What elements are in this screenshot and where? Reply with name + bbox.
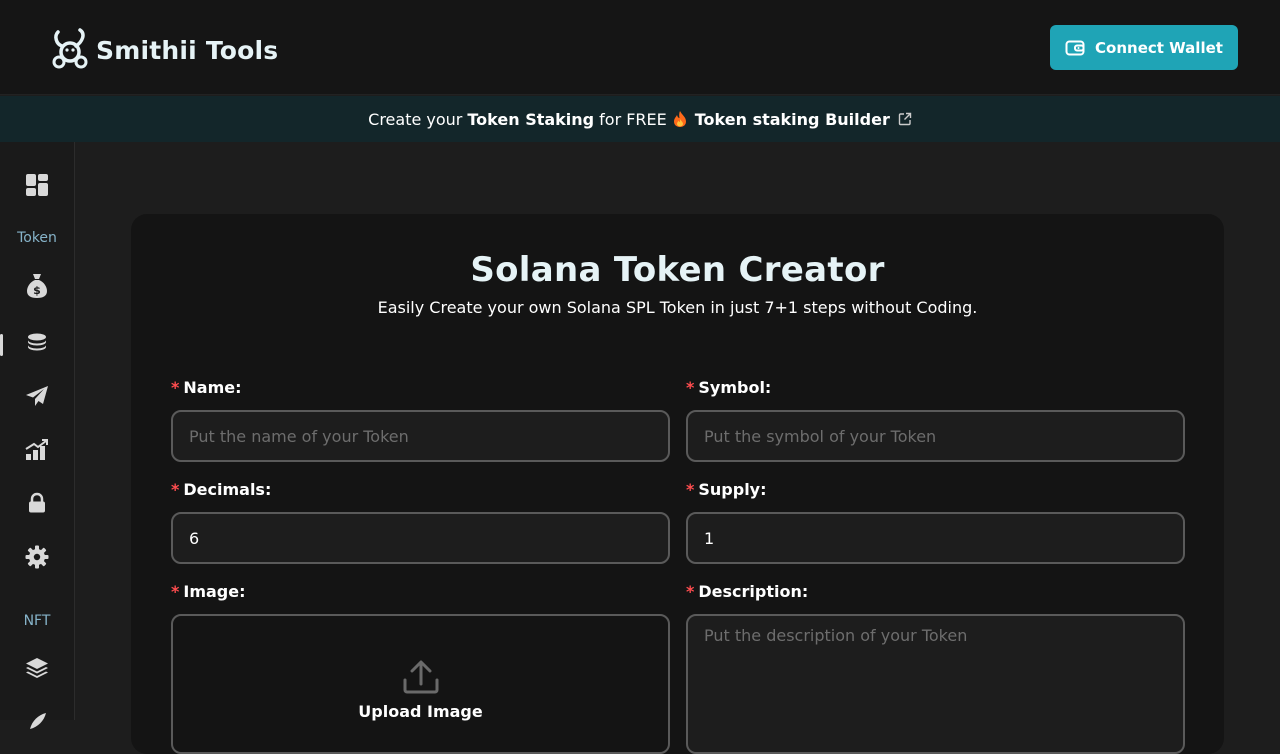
sidebar-item-dashboard[interactable] <box>0 167 74 207</box>
sidebar-item-token-creator[interactable] <box>0 325 74 365</box>
symbol-label: * Symbol: <box>686 378 772 397</box>
decimals-label: * Decimals: <box>171 480 272 499</box>
paper-plane-icon <box>25 385 49 411</box>
page-subtitle: Easily Create your own Solana SPL Token … <box>377 298 978 317</box>
sidebar: Token $ NFT <box>0 142 75 729</box>
image-upload-dropzone[interactable]: Upload Image <box>171 614 670 754</box>
description-label: * Description: <box>686 582 809 601</box>
supply-input[interactable] <box>686 512 1185 564</box>
banner-link-staking-builder[interactable]: Token staking Builder <box>695 110 890 129</box>
sidebar-item-market[interactable] <box>0 432 74 472</box>
sidebar-section-nft: NFT <box>23 613 51 629</box>
rabbit-logo-icon <box>50 28 90 72</box>
connect-wallet-label: Connect Wallet <box>1095 38 1223 57</box>
top-header: Smithii Tools Connect Wallet <box>0 0 1280 95</box>
banner-text-pre: Create your <box>368 109 463 129</box>
banner-text-mid: for FREE <box>599 109 667 129</box>
required-mark: * <box>171 582 180 601</box>
name-input[interactable] <box>171 410 670 462</box>
image-label: * Image: <box>171 582 246 601</box>
required-mark: * <box>686 582 695 601</box>
decimals-input[interactable] <box>171 512 670 564</box>
dashboard-icon <box>25 173 49 201</box>
lock-icon <box>27 492 47 518</box>
description-textarea[interactable] <box>686 614 1185 754</box>
sidebar-item-more[interactable] <box>0 704 74 744</box>
external-link-icon <box>898 112 912 126</box>
money-bag-icon: $ <box>26 273 48 303</box>
required-mark: * <box>171 378 180 397</box>
sidebar-item-layers[interactable] <box>0 650 74 690</box>
sidebar-item-lock[interactable] <box>0 485 74 525</box>
name-label: * Name: <box>171 378 242 397</box>
sidebar-item-money-bag[interactable]: $ <box>0 268 74 308</box>
coins-stack-icon <box>26 332 48 358</box>
upload-image-label: Upload Image <box>358 702 483 721</box>
supply-label: * Supply: <box>686 480 767 499</box>
sidebar-item-settings[interactable] <box>0 539 74 579</box>
chart-growth-icon <box>25 439 49 465</box>
gear-icon <box>25 545 49 573</box>
symbol-input[interactable] <box>686 410 1185 462</box>
page-title: Solana Token Creator <box>470 250 885 290</box>
banner-text-bold1: Token Staking <box>467 109 595 129</box>
required-mark: * <box>686 480 695 499</box>
rocket-icon <box>26 711 48 737</box>
required-mark: * <box>686 378 695 397</box>
fire-icon <box>673 110 687 128</box>
svg-text:$: $ <box>33 284 41 297</box>
sidebar-item-airdrop[interactable] <box>0 378 74 418</box>
logo-text: Smithii Tools <box>96 35 279 65</box>
promo-banner[interactable]: Create your Token Staking for FREE Token… <box>0 96 1280 142</box>
token-creator-card: Solana Token Creator Easily Create your … <box>131 214 1224 754</box>
wallet-icon <box>1065 39 1085 57</box>
layers-icon <box>25 656 49 684</box>
connect-wallet-button[interactable]: Connect Wallet <box>1050 25 1238 70</box>
sidebar-section-token: Token <box>17 230 57 246</box>
required-mark: * <box>171 480 180 499</box>
logo[interactable]: Smithii Tools <box>50 28 278 72</box>
upload-icon <box>403 660 439 698</box>
